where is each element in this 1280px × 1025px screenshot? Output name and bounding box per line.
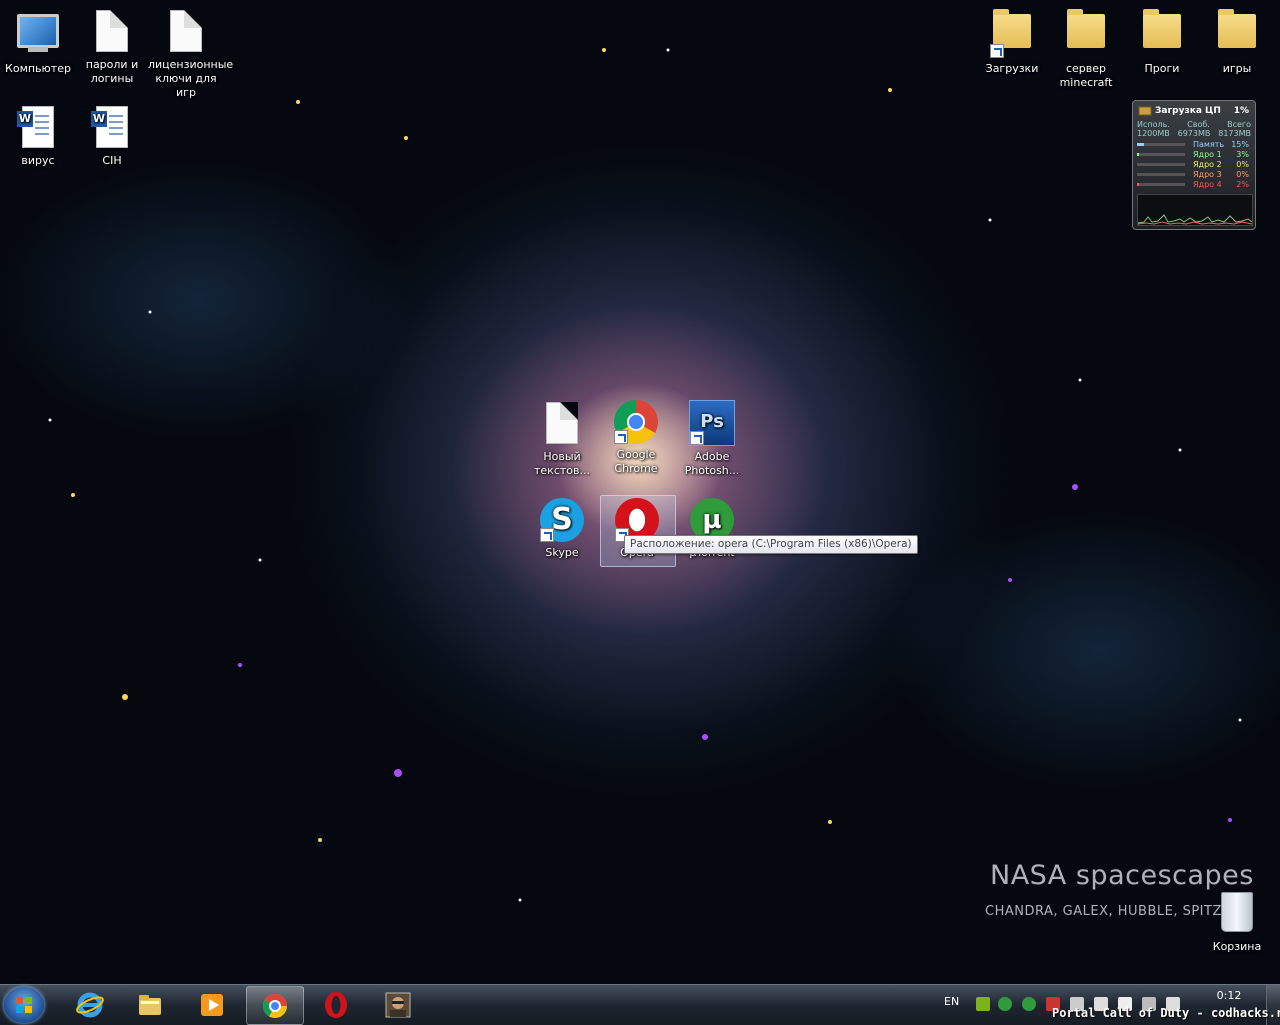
- gadget-row-name: Ядро 4: [1193, 180, 1222, 189]
- desktop-icon-new-text-file[interactable]: Новый текстов...: [524, 400, 600, 478]
- wallpaper-stars: [48, 48, 1242, 902]
- desktop-icon-google-chrome[interactable]: Google Chrome: [598, 400, 674, 476]
- site-watermark: Portal Call of Duty - codhacks.ru: [1052, 1006, 1280, 1020]
- shortcut-arrow-icon: [540, 528, 554, 542]
- folder-icon: [1218, 9, 1256, 48]
- language-indicator[interactable]: EN: [944, 995, 959, 1008]
- desktop-icon-computer[interactable]: Компьютер: [0, 8, 76, 76]
- taskbar-clock[interactable]: 0:12: [1208, 989, 1250, 1002]
- desktop-icon-downloads[interactable]: Загрузки: [974, 8, 1050, 76]
- utorrent-tray-icon[interactable]: [998, 997, 1012, 1011]
- downloads-folder-icon: [993, 9, 1031, 48]
- gadget-row-name: Ядро 3: [1193, 170, 1222, 179]
- shortcut-arrow-icon: [990, 44, 1004, 58]
- word-document-icon: W: [91, 106, 128, 148]
- nvidia-tray-icon[interactable]: [976, 997, 990, 1011]
- desktop-icon-minecraft-server[interactable]: сервер minecraft: [1048, 8, 1124, 90]
- taskbar-item-game[interactable]: [370, 986, 426, 1023]
- shortcut-arrow-icon: [614, 430, 628, 444]
- opera-location-tooltip: Расположение: opera (C:\Program Files (x…: [624, 535, 918, 554]
- gadget-row-core2: Ядро 2 0%: [1137, 160, 1251, 169]
- gadget-row-core3: Ядро 3 0%: [1137, 170, 1251, 179]
- desktop-icon-label: Корзина: [1212, 940, 1262, 953]
- desktop-icon-cih[interactable]: W CIH: [74, 104, 150, 168]
- taskbar-item-google-chrome[interactable]: [246, 986, 304, 1025]
- desktop-icon-label: CIH: [102, 154, 122, 167]
- gadget-row-name: Ядро 2: [1193, 160, 1222, 169]
- gadget-row-value: 15%: [1231, 140, 1249, 149]
- desktop-icon-label: лицензионные ключи для игр: [148, 58, 234, 99]
- skype-icon: S: [540, 498, 584, 542]
- gadget-row-value: 2%: [1236, 180, 1249, 189]
- gadget-row-core1: Ядро 1 3%: [1137, 150, 1251, 159]
- gadget-header: Исполь.: [1137, 120, 1170, 129]
- gadget-values: 1200MB 6973MB 8173MB: [1137, 129, 1251, 138]
- taskbar-item-media-player[interactable]: [184, 986, 240, 1023]
- gadget-total-percent: 1%: [1233, 106, 1249, 116]
- folder-icon: [1143, 9, 1181, 48]
- opera-icon: [325, 992, 347, 1018]
- desktop-icon-label: вирус: [21, 154, 55, 167]
- gadget-row-value: 3%: [1236, 150, 1249, 159]
- gadget-value: 1200MB: [1137, 129, 1170, 138]
- taskbar-item-internet-explorer[interactable]: [62, 986, 118, 1023]
- chrome-icon: [262, 993, 287, 1018]
- taskbar-item-explorer[interactable]: [122, 986, 178, 1023]
- shortcut-arrow-icon: [690, 431, 704, 445]
- desktop-icon-skype[interactable]: S Skype: [524, 498, 600, 560]
- gadget-value: 6973MB: [1177, 129, 1211, 138]
- folder-icon: [139, 995, 161, 1015]
- wallpaper-title: NASA spacescapes: [990, 860, 1254, 891]
- start-button[interactable]: [4, 987, 44, 1023]
- text-file-icon: [96, 10, 128, 52]
- cpu-history-graph: [1137, 194, 1253, 226]
- gadget-row-memory: Память 15%: [1137, 140, 1251, 149]
- desktop-icon-label: Google Chrome: [614, 448, 658, 475]
- desktop-icon-label: Проги: [1144, 62, 1180, 75]
- gadget-title: Загрузка ЦП: [1155, 106, 1221, 116]
- text-file-icon: [170, 10, 202, 52]
- desktop-icon-label: Новый текстов...: [534, 450, 590, 477]
- desktop-icon-label: пароли и логины: [85, 58, 139, 85]
- desktop-icon-label: Компьютер: [5, 62, 71, 75]
- gadget-row-value: 0%: [1236, 160, 1249, 169]
- desktop-icon-games[interactable]: игры: [1199, 8, 1275, 76]
- desktop-icon-photoshop[interactable]: Ps Adobe Photosh...: [674, 400, 750, 478]
- taskbar-item-opera[interactable]: [308, 986, 364, 1023]
- windows-logo-icon: [16, 997, 32, 1013]
- gadget-header: Своб.: [1187, 120, 1210, 129]
- gadget-value: 8173MB: [1218, 129, 1251, 138]
- desktop-icon-passwords[interactable]: пароли и логины: [74, 8, 150, 86]
- folder-icon: [1067, 9, 1105, 48]
- desktop-icon-progi[interactable]: Проги: [1124, 8, 1200, 76]
- desktop-icon-label: Adobe Photosh...: [684, 450, 740, 477]
- utorrent-tray-icon[interactable]: [1022, 997, 1036, 1011]
- word-document-icon: W: [17, 106, 54, 148]
- gadget-row-core4: Ядро 4 2%: [1137, 180, 1251, 189]
- cpu-chip-icon: [1138, 106, 1152, 116]
- gadget-row-name: Ядро 1: [1193, 150, 1222, 159]
- computer-icon: [17, 14, 59, 52]
- gadget-row-value: 0%: [1236, 170, 1249, 179]
- media-player-icon: [201, 994, 223, 1016]
- desktop-icon-virus[interactable]: W вирус: [0, 104, 76, 168]
- desktop-icon-recycle-bin[interactable]: Корзина: [1199, 888, 1275, 954]
- game-app-icon: [385, 992, 411, 1018]
- photoshop-icon: Ps: [689, 400, 735, 446]
- text-file-icon: [546, 402, 578, 444]
- desktop-icon-label: сервер minecraft: [1059, 62, 1113, 89]
- desktop-icon-label: игры: [1222, 62, 1252, 75]
- desktop-icon-label: Skype: [545, 546, 579, 559]
- gadget-row-name: Память: [1193, 140, 1225, 149]
- gadget-headers: Исполь. Своб. Всего: [1137, 120, 1251, 129]
- desktop-icon-label: Загрузки: [985, 62, 1039, 75]
- wallpaper-subtitle: CHANDRA, GALEX, HUBBLE, SPITZ: [985, 904, 1222, 919]
- gadget-header: Всего: [1227, 120, 1251, 129]
- cpu-meter-gadget[interactable]: Загрузка ЦП 1% Исполь. Своб. Всего 1200M…: [1132, 100, 1256, 230]
- desktop-icon-license-keys[interactable]: лицензионные ключи для игр: [148, 8, 234, 100]
- recycle-bin-icon: [1221, 892, 1253, 932]
- chrome-icon: [614, 400, 658, 444]
- internet-explorer-icon: [76, 992, 104, 1018]
